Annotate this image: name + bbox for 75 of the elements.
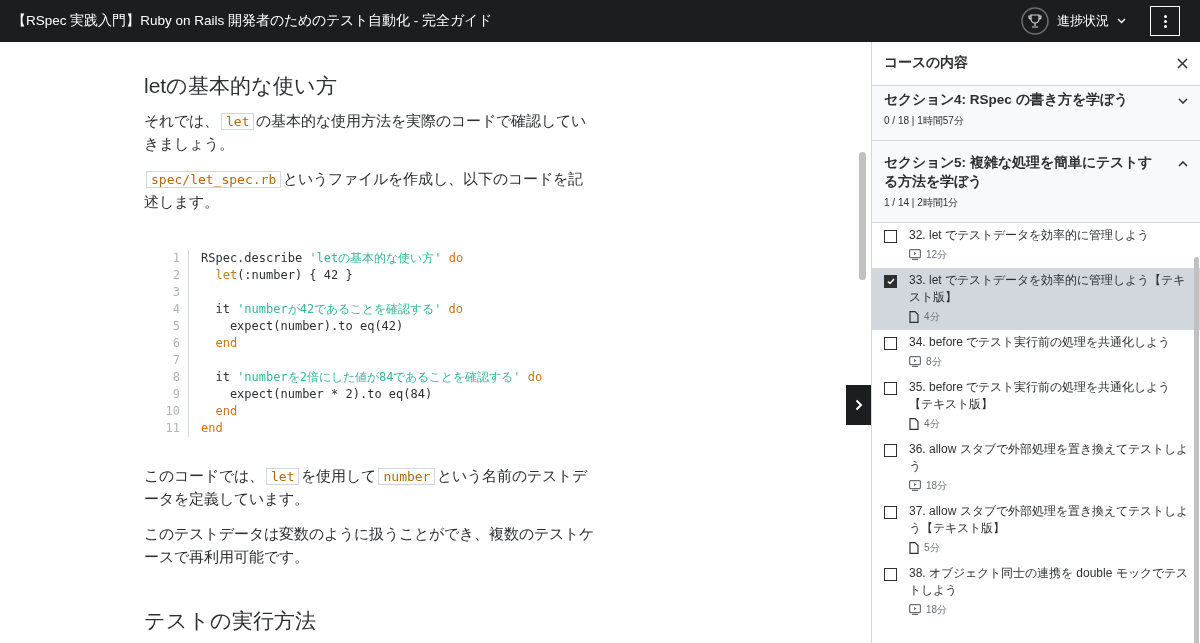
document-icon	[909, 310, 919, 323]
document-icon	[909, 417, 919, 430]
code-line: it 'numberを2倍にした値が84であることを確認する' do	[214, 369, 543, 386]
line-number: 11	[164, 420, 180, 437]
line-number: 8	[171, 369, 180, 386]
checkbox[interactable]	[884, 506, 897, 519]
line-number: 5	[171, 318, 180, 335]
checkbox[interactable]	[884, 568, 897, 581]
more-button[interactable]	[1150, 6, 1180, 36]
lecture-duration: 8分	[926, 355, 942, 369]
section-title: セクション4: RSpec の書き方を学ぼう	[884, 91, 1128, 109]
section-title: セクション5: 複雑な処理を簡単にテストする方法を学ぼう	[884, 154, 1153, 191]
code-line: it 'numberが42であることを確認する' do	[214, 301, 464, 318]
progress-button[interactable]: 進捗状況	[1021, 7, 1126, 35]
checkmark-icon	[886, 278, 895, 285]
checkbox[interactable]	[884, 444, 897, 457]
paragraph: それでは、 let の基本的な使用方法を実際のコードで確認していきましょう。	[144, 111, 588, 154]
line-number: 10	[164, 403, 180, 420]
line-number: 2	[171, 267, 180, 284]
lecture-title: 36. allow スタブで外部処理を置き換えてテストしよう	[909, 441, 1188, 475]
paragraph: このコードでは、 let を使用して number という名前のテストデータを定義しています。	[144, 466, 589, 509]
code-line: RSpec.describe 'letの基本的な使い方' do	[201, 250, 464, 267]
lecture-title: 34. before でテスト実行前の処理を共通化しよう	[909, 334, 1171, 351]
lecture-duration: 12分	[926, 248, 948, 262]
video-icon	[909, 249, 921, 260]
document-icon	[909, 541, 919, 554]
checkbox[interactable]	[884, 275, 897, 288]
lecture-title: 35. before でテスト実行前の処理を共通化しよう【テキスト版】	[909, 379, 1172, 413]
code-line: end	[214, 403, 238, 420]
section-meta: 0 / 18 | 1時間57分	[884, 114, 965, 128]
code-line: expect(number).to eq(42)	[228, 318, 404, 335]
section-meta: 1 / 14 | 2時間1分	[884, 196, 960, 210]
checkbox[interactable]	[884, 382, 897, 395]
lecture-duration: 18分	[926, 479, 948, 493]
section-header[interactable]: セクション5: 複雑な処理を簡単にテストする方法を学ぼう 1 / 14 | 2時間1分	[872, 141, 1200, 223]
line-number: 6	[171, 335, 180, 352]
video-icon	[909, 356, 921, 367]
section-header[interactable]: セクション4: RSpec の書き方を学ぼう 0 / 18 | 1時間57分	[872, 86, 1200, 141]
course-title: 【RSpec 実践入門】Ruby on Rails 開発者のためのテスト自動化 - 完全ガイド	[12, 11, 493, 30]
lecture-duration: 4分	[924, 417, 940, 431]
lecture-duration: 4分	[924, 310, 940, 324]
trophy-icon	[1021, 7, 1049, 35]
line-number: 3	[171, 284, 180, 301]
sidebar-title: コースの内容	[884, 54, 968, 73]
checkbox[interactable]	[884, 230, 897, 243]
chevron-right-icon	[854, 399, 863, 411]
next-button[interactable]	[846, 385, 871, 425]
lecture-title: 33. let でテストデータを効率的に管理しよう【テキスト版】	[909, 272, 1187, 306]
chevron-up-icon	[1178, 161, 1188, 167]
lecture-item[interactable]: 33. let でテストデータを効率的に管理しよう【テキスト版】 4分	[872, 268, 1200, 330]
line-number: 1	[171, 250, 180, 267]
line-number: 7	[171, 352, 180, 369]
lecture-duration: 18分	[926, 603, 948, 617]
lecture-title: 38. オブジェクト同士の連携を double モックでテストしよう	[909, 565, 1188, 599]
line-number: 4	[171, 301, 180, 318]
video-icon	[909, 604, 921, 615]
code-line: expect(number * 2).to eq(84)	[228, 386, 433, 403]
paragraph: このテストデータは変数のように扱うことができ、複数のテストケースで再利用可能です。	[144, 524, 595, 567]
code-line: end	[201, 420, 223, 437]
checkbox[interactable]	[884, 337, 897, 350]
lecture-duration: 5分	[924, 541, 940, 555]
chevron-down-icon	[1117, 18, 1126, 24]
lecture-title: 32. let でテストデータを効率的に管理しよう	[909, 227, 1150, 244]
scrollbar-thumb[interactable]	[859, 152, 866, 280]
section-heading: letの基本的な使い方	[144, 73, 339, 99]
close-icon[interactable]	[1177, 58, 1188, 69]
section-heading: テストの実行方法	[144, 607, 317, 634]
chevron-down-icon	[1178, 98, 1188, 104]
scrollbar-thumb[interactable]	[1194, 257, 1199, 643]
line-number: 9	[171, 386, 180, 403]
lecture-title: 37. allow スタブで外部処理を置き換えてテストしよう【テキスト版】	[909, 503, 1188, 537]
paragraph: spec/let_spec.rb というファイルを作成し、以下のコードを記述します。	[144, 169, 585, 212]
video-icon	[909, 480, 921, 491]
code-line: let(:number) { 42 }	[214, 267, 353, 284]
code-line: end	[214, 335, 238, 352]
